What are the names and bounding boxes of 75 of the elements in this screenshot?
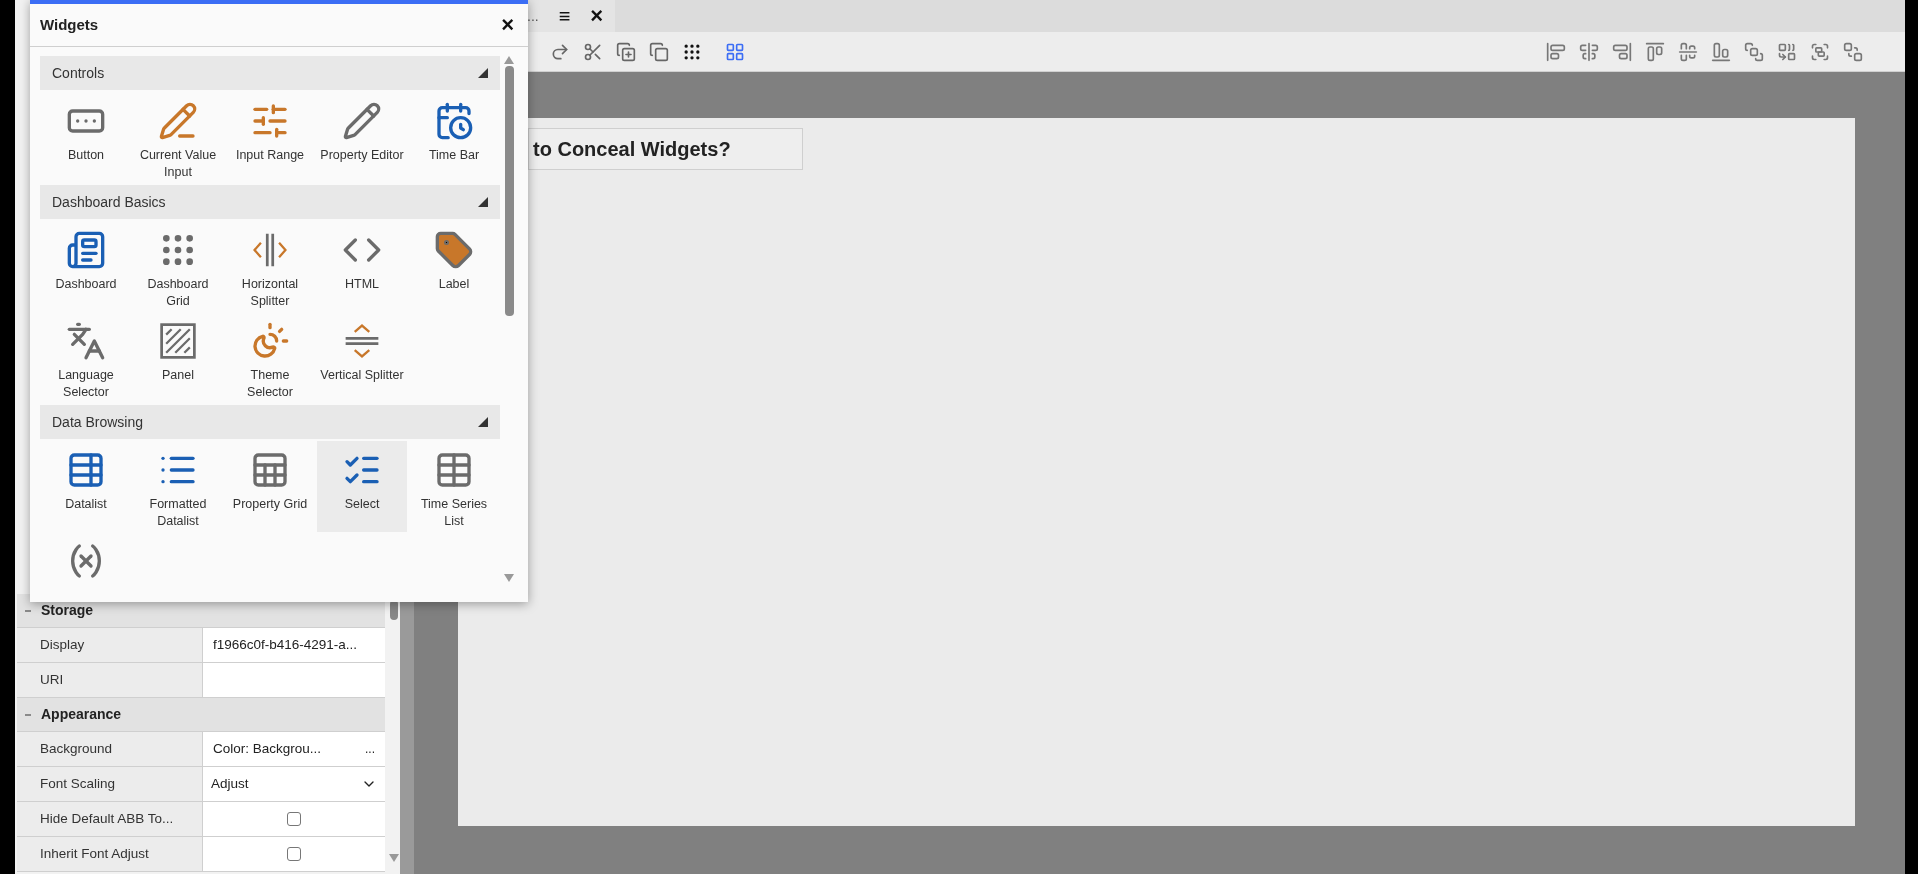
language-icon [66, 321, 106, 361]
property-label: Font Scaling [17, 767, 203, 801]
widget-tile[interactable]: HTML [317, 221, 407, 312]
widget-tile[interactable]: Time Bar [409, 92, 499, 183]
combine-icon[interactable] [1777, 41, 1797, 62]
widget-tile[interactable]: Current Value Input [133, 92, 223, 183]
align-right-icon[interactable] [1612, 41, 1632, 62]
align-left-icon[interactable] [1546, 41, 1566, 62]
property-label: Hide Default ABB To... [17, 802, 203, 836]
widget-tile[interactable]: Select [317, 441, 407, 532]
property-label: URI [17, 663, 203, 697]
checkbox[interactable] [287, 812, 301, 826]
pencil-line-icon [158, 101, 198, 141]
close-button[interactable]: × [497, 14, 518, 36]
section-header[interactable]: Controls [40, 56, 500, 90]
menu-button[interactable]: ≡ [558, 6, 571, 26]
collapse-icon[interactable] [478, 417, 488, 427]
pencil-icon [342, 101, 382, 141]
scroll-down-icon[interactable] [388, 854, 399, 862]
widget-tile[interactable]: Vertical Splitter [317, 312, 407, 403]
close-button[interactable]: × [590, 5, 604, 27]
grid-table-icon [250, 450, 290, 490]
widget-tile[interactable]: Dashboard Grid [133, 221, 223, 312]
align-center-icon[interactable] [1579, 41, 1599, 62]
section-header[interactable]: Data Browsing [40, 405, 500, 439]
align-bottom-icon[interactable] [1711, 41, 1731, 62]
more-button[interactable]: ... [365, 740, 375, 758]
hatched-panel-icon [158, 321, 198, 361]
widget-tile[interactable]: Button [41, 92, 131, 183]
minus-icon[interactable] [25, 711, 31, 718]
widget-tile[interactable]: Theme Selector [225, 312, 315, 403]
widget-tile[interactable]: Property Editor [317, 92, 407, 183]
section-header[interactable]: Dashboard Basics [40, 185, 500, 219]
minus-icon[interactable] [25, 607, 31, 614]
scissors-icon[interactable] [583, 41, 603, 62]
title-box: to Conceal Widgets? [528, 128, 803, 170]
align-top-icon[interactable] [1645, 41, 1665, 62]
scrollbar-thumb[interactable] [504, 66, 514, 316]
widget-tile[interactable]: Language Selector [41, 312, 131, 403]
sun-moon-icon [250, 321, 290, 361]
widget-tile[interactable]: Time Series List [409, 441, 499, 532]
table-icon [66, 450, 106, 490]
copy-plus-icon[interactable] [616, 41, 636, 62]
dialog-title: Widgets [40, 14, 99, 35]
dropdown[interactable]: Adjust [203, 767, 385, 801]
widget-tile[interactable]: Datalist [41, 441, 131, 532]
tag-icon [434, 230, 474, 270]
value-field[interactable] [203, 663, 385, 697]
checkbox[interactable] [287, 847, 301, 861]
send-to-back-icon[interactable] [1843, 41, 1863, 62]
widget-tile[interactable]: Dashboard [41, 221, 131, 312]
property-section-header[interactable]: Appearance [17, 698, 385, 732]
widget-tile[interactable]: Horizontal Splitter [225, 221, 315, 312]
widget-tile[interactable]: Input Range [225, 92, 315, 183]
collapse-icon[interactable] [478, 197, 488, 207]
redo-icon[interactable] [550, 41, 570, 62]
group-icon[interactable] [1810, 41, 1830, 62]
widget-tile[interactable]: Label [409, 221, 499, 312]
grid-icon[interactable] [725, 41, 745, 62]
scroll-up-icon[interactable] [504, 56, 514, 64]
widget-tile[interactable]: Panel [133, 312, 223, 403]
widget-tile[interactable]: Property Grid [225, 441, 315, 532]
calendar-clock-icon [434, 101, 474, 141]
property-label: Display [17, 628, 203, 662]
property-label: Background [17, 732, 203, 766]
scroll-down-icon[interactable] [504, 574, 514, 582]
widget-tile[interactable]: Formatted Datalist [133, 441, 223, 532]
bring-to-front-icon[interactable] [1744, 41, 1764, 62]
value-field[interactable]: f1966c0f-b416-4291-a... [203, 628, 385, 662]
collapse-icon[interactable] [478, 68, 488, 78]
copy-icon[interactable] [649, 41, 669, 62]
property-label: Inherit Font Adjust [17, 837, 203, 871]
sliders-icon [250, 101, 290, 141]
align-middle-icon[interactable] [1678, 41, 1698, 62]
value-field[interactable]: Color: Backgrou... ... [203, 732, 385, 766]
